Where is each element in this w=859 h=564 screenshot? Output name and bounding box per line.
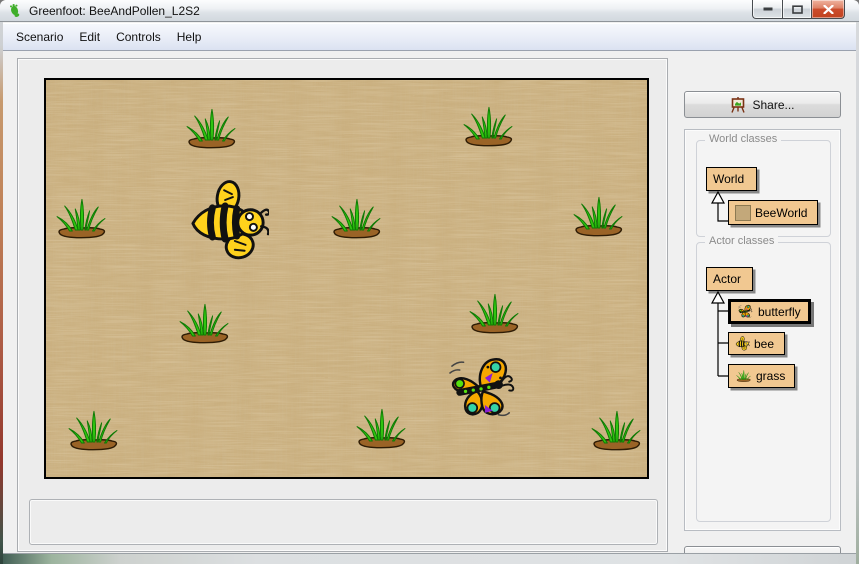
share-button[interactable]: Share... xyxy=(684,91,841,118)
share-label: Share... xyxy=(752,97,795,112)
actor-grass[interactable] xyxy=(52,196,110,247)
actor-bee[interactable] xyxy=(189,179,269,268)
share-easel-icon xyxy=(730,96,746,113)
actor-grass[interactable] xyxy=(569,194,627,245)
menu-edit[interactable]: Edit xyxy=(71,26,108,48)
titlebar[interactable]: Greenfoot: BeeAndPollen_L2S2 xyxy=(0,0,859,22)
window-border-left xyxy=(0,0,3,564)
world-canvas[interactable] xyxy=(46,80,647,477)
actor-grass[interactable] xyxy=(465,291,523,342)
actor-grass[interactable] xyxy=(352,406,410,457)
window-border-bottom xyxy=(0,553,859,564)
class-grass[interactable]: grass xyxy=(728,364,795,388)
world-classes-group: World classes World BeeWorld xyxy=(696,133,831,237)
minimize-icon xyxy=(763,7,773,11)
menu-scenario[interactable]: Scenario xyxy=(8,26,71,48)
client-area: Act Run Reset xyxy=(3,51,856,564)
grass-icon xyxy=(735,369,752,383)
butterfly-icon xyxy=(737,304,754,319)
burlap-texture xyxy=(46,80,647,477)
actor-classes-group: Actor classes Actor butterfly bee grass xyxy=(696,235,831,522)
beeworld-thumbnail-icon xyxy=(735,204,751,221)
maximize-button[interactable] xyxy=(782,0,812,19)
actor-grass[interactable] xyxy=(182,106,240,157)
class-bee[interactable]: bee xyxy=(728,332,785,355)
window-title: Greenfoot: BeeAndPollen_L2S2 xyxy=(29,3,200,18)
actor-grass[interactable] xyxy=(587,408,645,459)
actor-butterfly[interactable] xyxy=(444,355,522,428)
actor-grass[interactable] xyxy=(459,104,517,155)
actor-grass[interactable] xyxy=(64,408,122,459)
close-icon xyxy=(822,4,834,14)
class-world[interactable]: World xyxy=(706,167,757,191)
class-beeworld[interactable]: BeeWorld xyxy=(728,200,818,225)
minimize-button[interactable] xyxy=(752,0,782,19)
bee-icon xyxy=(735,336,750,351)
class-actor[interactable]: Actor xyxy=(706,267,753,291)
execution-controls: Act Run Reset xyxy=(29,499,658,545)
class-butterfly[interactable]: butterfly xyxy=(728,299,811,324)
close-button[interactable] xyxy=(812,0,845,19)
menu-help[interactable]: Help xyxy=(169,26,210,48)
actor-grass[interactable] xyxy=(327,196,385,247)
greenfoot-window: Greenfoot: BeeAndPollen_L2S2 Scenario Ed… xyxy=(0,0,859,564)
actor-classes-legend: Actor classes xyxy=(705,235,779,247)
actor-grass[interactable] xyxy=(175,301,233,352)
menu-controls[interactable]: Controls xyxy=(108,26,169,48)
world-classes-legend: World classes xyxy=(705,133,782,145)
world-frame xyxy=(44,78,649,479)
greenfoot-footprint-icon xyxy=(8,3,23,18)
class-browser: World classes World BeeWorld Actor class… xyxy=(684,129,841,531)
scenario-panel: Act Run Reset xyxy=(17,58,668,552)
menubar: Scenario Edit Controls Help xyxy=(3,23,856,51)
maximize-icon xyxy=(791,4,803,14)
